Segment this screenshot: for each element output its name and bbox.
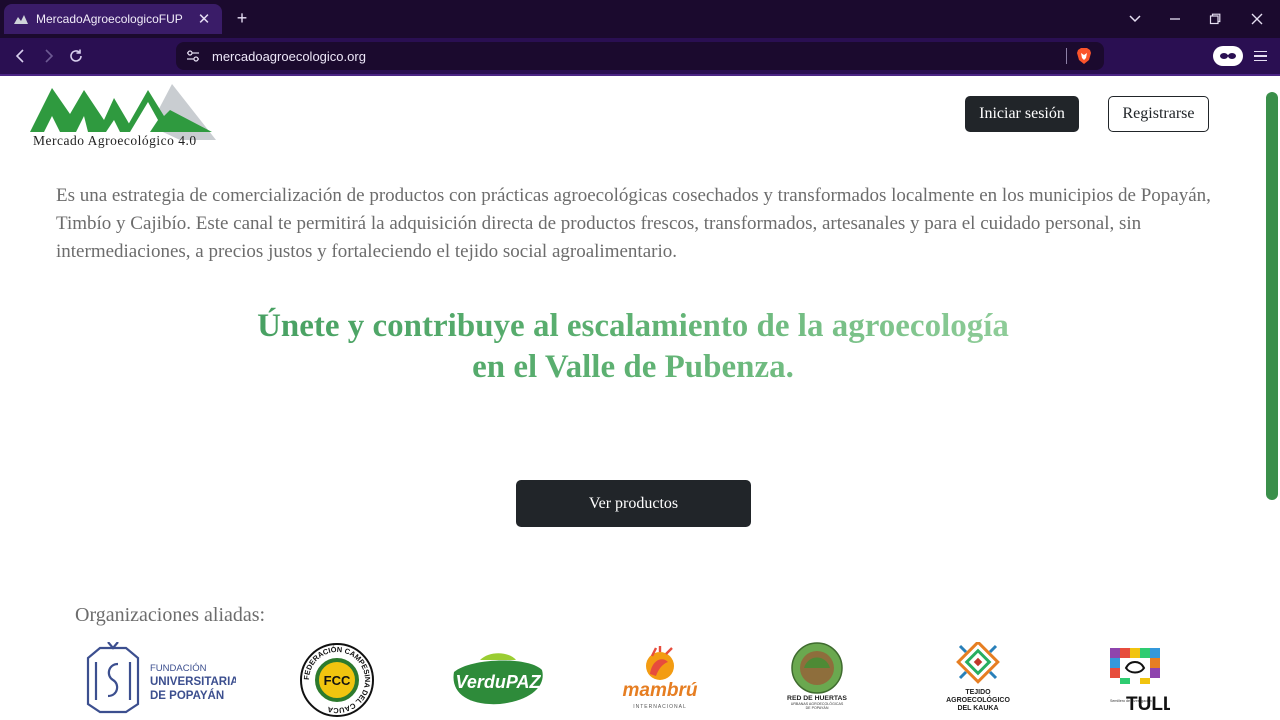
- restore-icon[interactable]: [1204, 8, 1226, 30]
- ally-logo-red-huertas[interactable]: RED DE HUERTAS URBANAS AGROECOLÓGICAS DE…: [782, 642, 852, 720]
- url-divider: [1066, 48, 1067, 64]
- tejido-line3: DEL KAUKA: [957, 705, 998, 712]
- tab-list-chevron-icon[interactable]: [1124, 8, 1146, 30]
- register-button[interactable]: Registrarse: [1108, 96, 1209, 132]
- hero-headline: Únete y contribuye al escalamiento de la…: [100, 306, 1166, 388]
- tab-title: MercadoAgroecologicoFUP: [36, 12, 183, 26]
- view-products-button[interactable]: Ver productos: [516, 480, 751, 527]
- reload-icon[interactable]: [66, 46, 86, 66]
- ally-logo-verdupaz[interactable]: VerduPAZ: [450, 642, 546, 720]
- tull-text: TULL: [1126, 694, 1170, 714]
- mambru-subtext: INTERNACIONAL: [633, 704, 687, 710]
- huertas-line1: RED DE HUERTAS: [787, 695, 847, 702]
- site-settings-icon[interactable]: [186, 50, 200, 62]
- scrollbar-thumb[interactable]: [1266, 92, 1278, 500]
- browser-tab-active[interactable]: MercadoAgroecologicoFUP ✕: [4, 4, 222, 34]
- brave-shield-icon[interactable]: [1076, 47, 1092, 65]
- huertas-line3: DE POPAYÁN: [806, 706, 829, 710]
- hamburger-menu-icon[interactable]: [1250, 46, 1270, 66]
- browser-tab-bar: MercadoAgroecologicoFUP ✕ +: [0, 0, 1280, 38]
- verdupaz-text: VerduPAZ: [455, 672, 541, 692]
- allies-title: Organizaciones aliadas:: [75, 604, 266, 626]
- back-arrow-icon[interactable]: [11, 46, 31, 66]
- minimize-icon[interactable]: [1164, 8, 1186, 30]
- browser-toolbar: mercadoagroecologico.org: [0, 38, 1280, 74]
- forward-arrow-icon[interactable]: [38, 46, 58, 66]
- url-text[interactable]: mercadoagroecologico.org: [212, 49, 366, 64]
- login-button[interactable]: Iniciar sesión: [965, 96, 1079, 132]
- tejido-line2: AGROECOLÓGICO: [946, 695, 1010, 704]
- ally-logo-fcc[interactable]: FCC FEDERACIÓN CAMPESINA DEL CAUCA: [298, 642, 376, 720]
- intro-paragraph: Es una estrategia de comercialización de…: [56, 185, 1211, 262]
- mountain-favicon-icon: [14, 15, 28, 24]
- page-scrollbar[interactable]: [1264, 76, 1280, 720]
- fup-line2: UNIVERSITARIA: [150, 676, 236, 688]
- ally-logo-fup[interactable]: FUNDACIÓN UNIVERSITARIA DE POPAYÁN: [80, 642, 236, 720]
- mambru-text: mambrú: [623, 680, 698, 701]
- new-tab-button[interactable]: +: [232, 8, 252, 29]
- tejido-line1: TEJIDO: [965, 689, 991, 696]
- ally-logo-tejido-kauka[interactable]: TEJIDO AGROECOLÓGICO DEL KAUKA: [940, 642, 1016, 720]
- fup-line3: DE POPAYÁN: [150, 689, 224, 702]
- address-bar[interactable]: mercadoagroecologico.org: [176, 42, 1104, 70]
- ally-logo-tull[interactable]: Semillero de investigación TULL: [1106, 642, 1170, 720]
- hero-headline-line1: Únete y contribuye al escalamiento de la…: [257, 308, 1009, 344]
- fup-line1: FUNDACIÓN: [150, 663, 207, 674]
- ally-logo-mambru[interactable]: mambrú INTERNACIONAL: [622, 642, 698, 720]
- tab-close-icon[interactable]: ✕: [196, 10, 212, 28]
- page-content: Mercado Agroecológico 4.0 Iniciar sesión…: [0, 76, 1280, 720]
- logo-text: Mercado Agroecológico 4.0: [33, 133, 197, 148]
- reader-mode-icon[interactable]: [1213, 46, 1243, 66]
- close-window-icon[interactable]: [1246, 8, 1268, 30]
- hero-headline-line2: en el Valle de Pubenza.: [472, 349, 794, 385]
- fcc-center-text: FCC: [324, 673, 351, 688]
